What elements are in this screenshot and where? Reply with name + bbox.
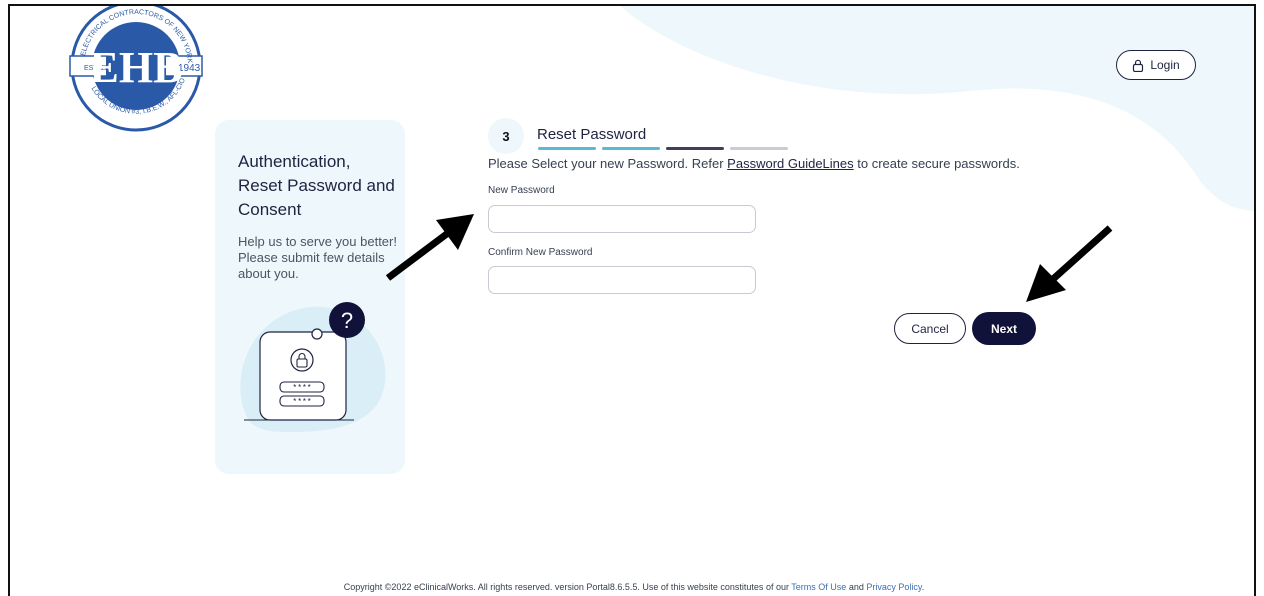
new-password-label: New Password	[488, 185, 555, 196]
terms-link[interactable]: Terms Of Use	[791, 582, 846, 592]
login-button[interactable]: Login	[1116, 50, 1196, 80]
instructions: Please Select your new Password. Refer P…	[488, 156, 1020, 171]
svg-text:****: ****	[292, 384, 311, 393]
confirm-password-input[interactable]	[488, 266, 756, 294]
footer: Copyright ©2022 eClinicalWorks. All righ…	[343, 582, 925, 592]
privacy-link[interactable]: Privacy Policy	[866, 582, 921, 592]
login-label: Login	[1150, 58, 1180, 72]
progress-segment-1	[538, 147, 596, 150]
progress-segment-3	[666, 147, 724, 150]
new-password-input[interactable]	[488, 205, 756, 233]
svg-text:****: ****	[292, 398, 311, 407]
annotation-arrow-left	[385, 214, 474, 281]
logo-monogram: EHB	[90, 43, 183, 92]
union-logo: ESTABLISHED 1943 EHB ELECTRICAL CONTRACT…	[69, 6, 203, 132]
next-button[interactable]: Next	[972, 312, 1036, 345]
portal-page: ESTABLISHED 1943 EHB ELECTRICAL CONTRACT…	[8, 4, 1256, 596]
cancel-button[interactable]: Cancel	[894, 313, 966, 344]
question-mark: ?	[341, 308, 353, 333]
confirm-password-label: Confirm New Password	[488, 247, 593, 258]
lock-icon	[1133, 59, 1144, 72]
panel-title: Authentication, Reset Password and Conse…	[238, 152, 395, 219]
progress-segment-2	[602, 147, 660, 150]
progress-segment-4	[730, 147, 788, 150]
step-number: 3	[488, 118, 524, 154]
password-illustration: ? **** ****	[240, 302, 386, 432]
password-guidelines-link[interactable]: Password GuideLines	[727, 156, 853, 171]
step-title: Reset Password	[537, 126, 647, 143]
info-panel: Authentication, Reset Password and Conse…	[215, 120, 405, 474]
step-progress	[538, 147, 788, 150]
annotation-arrow-right	[1026, 225, 1113, 302]
panel-description: Help us to serve you better! Please subm…	[238, 234, 397, 281]
